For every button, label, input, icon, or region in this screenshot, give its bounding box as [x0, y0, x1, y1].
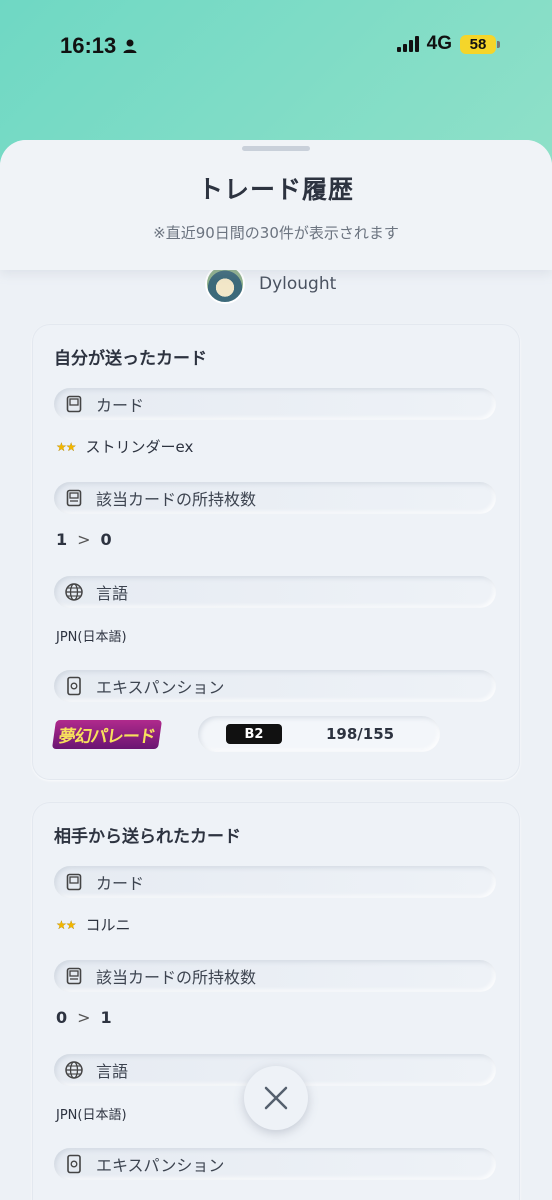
network-type: 4G [426, 33, 452, 54]
sent-card-section: 自分が送ったカード カード ★★ ストリンダーex 該当カードの所持枚数 1 >… [32, 324, 520, 780]
field-label: 言語 [96, 584, 129, 603]
trade-history-sheet: トレード履歴 ※直近90日間の30件が表示されます Dylought 自分が送っ… [0, 140, 552, 1200]
card-value: ★★ ストリンダーex [56, 436, 193, 457]
status-time-group: 16:13 [60, 33, 138, 59]
expansion-logo: 夢幻パレード [51, 719, 163, 749]
close-button[interactable] [244, 1066, 308, 1130]
count-from: 1 [56, 530, 68, 549]
field-label: エキスパンション [96, 1156, 225, 1175]
field-label: エキスパンション [96, 678, 225, 697]
card-stack-icon [64, 966, 84, 986]
field-label: カード [96, 396, 145, 415]
person-icon [123, 39, 137, 53]
section-title: 自分が送ったカード [54, 349, 207, 369]
battery-icon: 58 [460, 34, 500, 54]
sheet-grabber[interactable] [242, 146, 310, 151]
set-info: B2 198/155 [198, 716, 440, 752]
expansion-row: 夢幻パレード B2 198/155 [51, 716, 440, 752]
rarity-stars: ★★ [56, 917, 76, 932]
count-arrow: > [77, 1008, 91, 1027]
card-stack-icon [64, 488, 84, 508]
count-field-header: 該当カードの所持枚数 [54, 482, 496, 514]
globe-icon [64, 1060, 84, 1080]
set-number: 198/155 [326, 725, 395, 743]
count-value: 1 > 0 [56, 530, 112, 549]
card-field-header: カード [54, 388, 496, 420]
language-value: JPN(日本語) [56, 1108, 127, 1123]
card-name: ストリンダーex [85, 438, 194, 456]
count-arrow: > [77, 530, 91, 549]
expansion-field-header: エキスパンション [54, 1148, 496, 1180]
page-subtitle: ※直近90日間の30件が表示されます [153, 224, 399, 242]
count-to: 1 [100, 1008, 112, 1027]
card-value: ★★ コルニ [56, 914, 131, 935]
card-icon [64, 394, 84, 414]
field-label: 該当カードの所持枚数 [96, 968, 257, 987]
page-title: トレード履歴 [197, 175, 354, 204]
field-label: 言語 [96, 1062, 129, 1081]
field-label: カード [96, 874, 145, 893]
received-card-section: 相手から送られたカード カード ★★ コルニ 該当カードの所持枚数 0 > 1 [32, 802, 520, 1200]
username: Dylought [259, 274, 337, 294]
language-field-header: 言語 [54, 576, 496, 608]
count-field-header: 該当カードの所持枚数 [54, 960, 496, 992]
expansion-field-header: エキスパンション [54, 670, 496, 702]
rarity-stars: ★★ [56, 439, 76, 454]
count-from: 0 [56, 1008, 68, 1027]
close-icon [264, 1086, 288, 1110]
signal-icon [396, 36, 419, 52]
card-name: コルニ [85, 916, 131, 934]
avatar [205, 264, 245, 304]
trade-partner: Dylought [205, 264, 336, 304]
status-time: 16:13 [60, 33, 117, 58]
battery-level: 58 [460, 34, 496, 54]
language-value: JPN(日本語) [56, 630, 127, 645]
card-field-header: カード [54, 866, 496, 898]
expansion-pack-icon [64, 676, 84, 696]
sheet-header: トレード履歴 ※直近90日間の30件が表示されます [0, 140, 552, 270]
globe-icon [64, 582, 84, 602]
count-to: 0 [100, 530, 112, 549]
status-bar: 16:13 4G 58 [0, 0, 552, 90]
field-label: 該当カードの所持枚数 [96, 490, 257, 509]
section-title: 相手から送られたカード [54, 827, 241, 847]
status-right: 4G 58 [396, 33, 500, 55]
set-code: B2 [226, 724, 282, 744]
expansion-pack-icon [64, 1154, 84, 1174]
card-icon [64, 872, 84, 892]
count-value: 0 > 1 [56, 1008, 112, 1027]
